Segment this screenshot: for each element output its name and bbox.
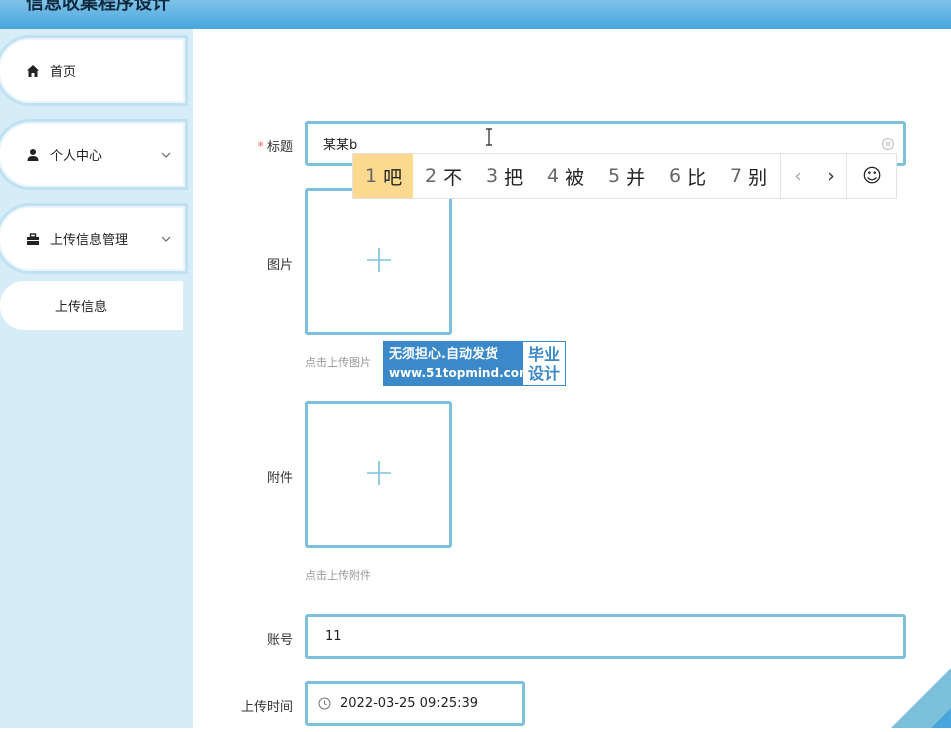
image-upload-button[interactable] (305, 188, 452, 335)
sidebar: 首页 个人中心 上传信息管理 上传信息 (0, 29, 193, 728)
watermark-banner: 无须担心.自动发货 www.51topmind.com 毕业 设计 (383, 341, 566, 386)
attachment-label: 附件 (266, 471, 293, 486)
sidebar-item-label: 首页 (50, 65, 77, 80)
ime-candidate[interactable]: 5并 (596, 154, 657, 198)
sidebar-item-home[interactable]: 首页 (0, 40, 183, 101)
app-title: 信息收集程序设计 (26, 0, 170, 14)
divider (846, 154, 847, 198)
decorative-corner (891, 668, 951, 728)
divider (780, 154, 781, 198)
sidebar-item-upload-info[interactable]: 上传信息 (0, 281, 183, 330)
ime-prev-page-button[interactable]: ‹ (783, 154, 813, 198)
ime-emoji-button[interactable]: ☺ (849, 154, 895, 198)
briefcase-icon (26, 232, 40, 246)
ime-next-page-button[interactable]: › (816, 154, 846, 198)
attachment-upload-hint: 点击上传附件 (305, 569, 371, 582)
ime-candidate[interactable]: 6比 (657, 154, 718, 198)
clear-icon[interactable] (881, 137, 895, 151)
text-cursor-icon (484, 128, 494, 146)
account-input[interactable]: 11 (305, 614, 906, 659)
required-mark: * (257, 140, 264, 155)
ime-candidate-bar: 1吧 2不 3把 4被 5并 6比 7别 ‹ › ☺ (352, 153, 897, 199)
ime-candidate[interactable]: 1吧 (353, 154, 413, 198)
image-label: 图片 (266, 258, 293, 273)
chevron-down-icon (161, 233, 171, 243)
image-upload-hint: 点击上传图片 (305, 356, 371, 369)
home-icon (26, 64, 40, 78)
header-bar: 信息收集程序设计 (0, 0, 951, 29)
watermark-badge: 设计 (527, 363, 560, 383)
user-icon (26, 148, 40, 162)
sidebar-item-personal-center[interactable]: 个人中心 (0, 124, 183, 185)
attachment-upload-button[interactable] (305, 401, 452, 548)
plus-icon (366, 460, 392, 490)
watermark-badge: 毕业 (527, 344, 560, 364)
upload-time-picker[interactable]: 2022-03-25 09:25:39 (305, 681, 525, 726)
watermark-url: www.51topmind.com (389, 365, 532, 380)
ime-candidate[interactable]: 2不 (413, 154, 474, 198)
account-label: 账号 (266, 633, 293, 648)
ime-candidate[interactable]: 3把 (474, 154, 535, 198)
sidebar-item-label: 上传信息管理 (50, 233, 129, 248)
ime-candidate[interactable]: 4被 (535, 154, 596, 198)
sidebar-item-label: 上传信息 (55, 300, 108, 315)
upload-time-label: 上传时间 (240, 700, 293, 715)
clock-icon (318, 697, 331, 710)
ime-candidate[interactable]: 7别 (718, 154, 779, 198)
chevron-down-icon (161, 149, 171, 159)
plus-icon (366, 247, 392, 277)
sidebar-item-label: 个人中心 (50, 149, 103, 164)
smiley-icon: ☺ (862, 165, 882, 187)
title-label: * 标题 (257, 140, 293, 155)
sidebar-item-upload-management[interactable]: 上传信息管理 (0, 208, 183, 269)
watermark-text: 无须担心.自动发货 (389, 346, 498, 362)
